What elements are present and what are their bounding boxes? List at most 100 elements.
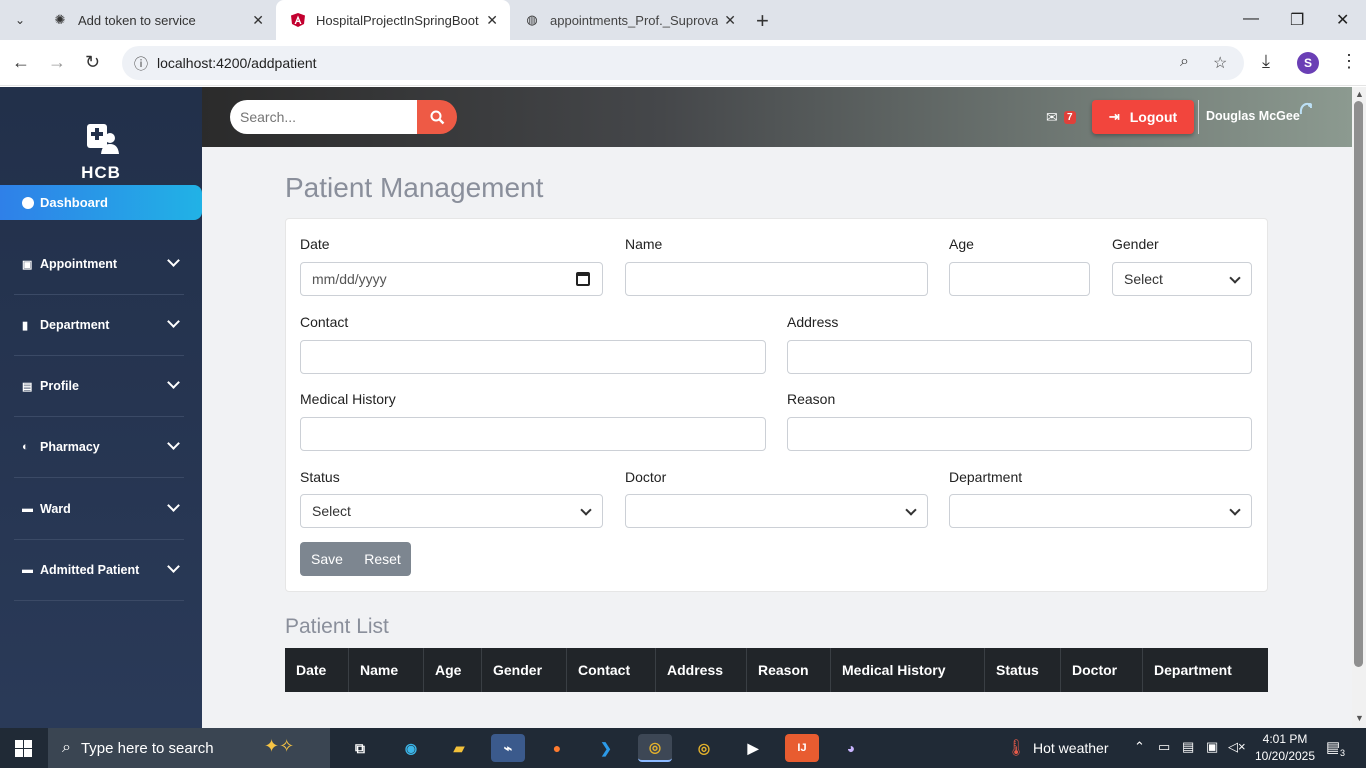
- user-name[interactable]: Douglas McGee: [1206, 109, 1300, 123]
- profile-avatar[interactable]: S: [1297, 52, 1319, 74]
- reload-icon[interactable]: ↻: [85, 52, 100, 73]
- close-icon[interactable]: ✕: [486, 12, 498, 29]
- scroll-up-icon[interactable]: ▲: [1355, 89, 1364, 99]
- name-label: Name: [625, 236, 663, 252]
- clock-date[interactable]: 10/20/2025: [1252, 749, 1318, 763]
- back-icon[interactable]: ←: [12, 52, 30, 73]
- new-tab-icon[interactable]: +: [756, 8, 769, 34]
- github-icon[interactable]: ◕: [834, 734, 868, 762]
- close-icon[interactable]: ✕: [724, 12, 736, 29]
- scrollbar-thumb[interactable]: [1354, 101, 1363, 667]
- medical-history-input[interactable]: [300, 417, 766, 451]
- user-avatar-icon[interactable]: [1299, 102, 1313, 116]
- department-select[interactable]: [949, 494, 1252, 528]
- window-close-icon[interactable]: ✕: [1336, 10, 1349, 30]
- sidebar-item-admitted-patient[interactable]: ▬ Admitted Patient: [14, 540, 184, 601]
- video-app-icon[interactable]: ▶: [736, 734, 770, 762]
- tab-title: Add token to service: [78, 12, 196, 28]
- browser-tab-3[interactable]: ◍ appointments_Prof._Suprova_S ✕: [510, 0, 748, 40]
- notification-count: 3: [1338, 748, 1348, 758]
- postman-icon[interactable]: ●: [540, 734, 574, 762]
- page-scrollbar[interactable]: ▲ ▼: [1352, 87, 1366, 728]
- pills-icon: ◐: [22, 441, 29, 453]
- thermometer-icon[interactable]: 🌡: [1006, 738, 1026, 758]
- medical-history-label: Medical History: [300, 391, 396, 407]
- tab-search-button[interactable]: ⌄: [6, 6, 34, 34]
- contact-input[interactable]: [300, 340, 766, 374]
- vscode-icon[interactable]: ❯: [589, 734, 623, 762]
- search-icon: ⌕: [62, 739, 71, 756]
- age-input[interactable]: [949, 262, 1090, 296]
- chevron-down-icon: [167, 315, 180, 328]
- logout-button[interactable]: ⇥ Logout: [1092, 100, 1194, 134]
- sidebar-item-pharmacy[interactable]: ◐ Pharmacy: [14, 417, 184, 478]
- sidebar-item-label: Appointment: [40, 257, 118, 271]
- reason-label: Reason: [787, 391, 836, 407]
- gender-select-value: Select: [1124, 271, 1163, 287]
- address-input[interactable]: [787, 340, 1252, 374]
- sidebar-item-appointment[interactable]: ▣ Appointment: [14, 234, 184, 295]
- chrome-icon[interactable]: ◎: [638, 734, 672, 762]
- search-icon: [430, 110, 444, 124]
- patient-table-header: Date Name Age Gender Contact Address Rea…: [285, 648, 1268, 692]
- logout-icon: ⇥: [1108, 109, 1120, 124]
- download-icon[interactable]: ⤓: [1262, 51, 1270, 72]
- status-select-value: Select: [312, 503, 351, 519]
- bookmark-star-icon[interactable]: ☆: [1213, 53, 1227, 73]
- sidebar-item-label: Admitted Patient: [40, 563, 140, 577]
- scroll-down-icon[interactable]: ▼: [1355, 713, 1364, 723]
- weather-text[interactable]: Hot weather: [1033, 740, 1108, 756]
- taskbar-search[interactable]: ⌕ Type here to search ✦✧: [48, 728, 330, 768]
- address-label: Address: [787, 314, 839, 330]
- zoom-icon[interactable]: ⌕: [1180, 53, 1189, 71]
- copilot-sparkle-icon[interactable]: ✦✧: [264, 736, 294, 757]
- search-input[interactable]: [230, 100, 417, 134]
- mysql-workbench-icon[interactable]: ⌁: [491, 734, 525, 762]
- clock-time[interactable]: 4:01 PM: [1260, 732, 1310, 746]
- sidebar-item-ward[interactable]: ▬ Ward: [14, 479, 184, 540]
- sidebar-item-label: Department: [40, 318, 110, 332]
- angular-icon: [290, 12, 306, 28]
- status-select[interactable]: Select: [300, 494, 603, 528]
- sidebar-item-department[interactable]: ▮ Department: [14, 295, 184, 356]
- close-icon[interactable]: ✕: [252, 12, 264, 29]
- restore-icon[interactable]: ❐: [1290, 10, 1304, 30]
- search-button[interactable]: [417, 100, 457, 134]
- browser-tab-1[interactable]: ✺ Add token to service ✕: [38, 0, 276, 40]
- calendar-icon[interactable]: [576, 272, 590, 286]
- gender-select[interactable]: Select: [1112, 262, 1252, 296]
- volume-muted-icon[interactable]: ◁×: [1228, 739, 1246, 755]
- reason-input[interactable]: [787, 417, 1252, 451]
- doctor-select[interactable]: [625, 494, 928, 528]
- url-text[interactable]: localhost:4200/addpatient: [157, 55, 317, 71]
- meet-icon[interactable]: ▭: [1158, 739, 1170, 755]
- reset-button[interactable]: Reset: [354, 542, 411, 576]
- date-input[interactable]: mm/dd/yyyy: [300, 262, 603, 296]
- sidebar-item-profile[interactable]: ▤ Profile: [14, 356, 184, 417]
- page-title: Patient Management: [285, 172, 544, 203]
- intellij-icon[interactable]: IJ: [785, 734, 819, 762]
- menu-dots-icon[interactable]: ⋮: [1340, 51, 1358, 72]
- browser-tab-2[interactable]: HospitalProjectInSpringBoot ✕: [276, 0, 510, 40]
- edge-icon[interactable]: ◉: [394, 734, 428, 762]
- mail-icon[interactable]: ✉: [1046, 109, 1058, 126]
- chevron-down-icon: [167, 560, 180, 573]
- bed-icon: ▬: [22, 564, 33, 576]
- minimize-icon[interactable]: —: [1243, 10, 1259, 28]
- name-input[interactable]: [625, 262, 928, 296]
- chrome-alt-icon[interactable]: ◎: [687, 734, 721, 762]
- tab-title: appointments_Prof._Suprova_S: [550, 12, 718, 28]
- forward-icon[interactable]: →: [48, 52, 66, 73]
- network-icon[interactable]: ▤: [1182, 739, 1194, 755]
- sidebar-item-dashboard[interactable]: Dashboard: [0, 185, 202, 220]
- tray-chevron-icon[interactable]: ⌃: [1134, 739, 1145, 755]
- file-explorer-icon[interactable]: ▰: [442, 734, 476, 762]
- display-icon[interactable]: ▣: [1206, 739, 1218, 755]
- save-button[interactable]: Save: [300, 542, 354, 576]
- table-header-cell: Medical History: [831, 648, 985, 692]
- table-header-cell: Name: [349, 648, 424, 692]
- address-bar[interactable]: ⓘ localhost:4200/addpatient ⌕ ☆: [122, 46, 1244, 80]
- task-view-icon[interactable]: ⧉: [343, 734, 377, 762]
- windows-start-icon[interactable]: [15, 740, 32, 757]
- site-info-icon[interactable]: ⓘ: [134, 54, 148, 74]
